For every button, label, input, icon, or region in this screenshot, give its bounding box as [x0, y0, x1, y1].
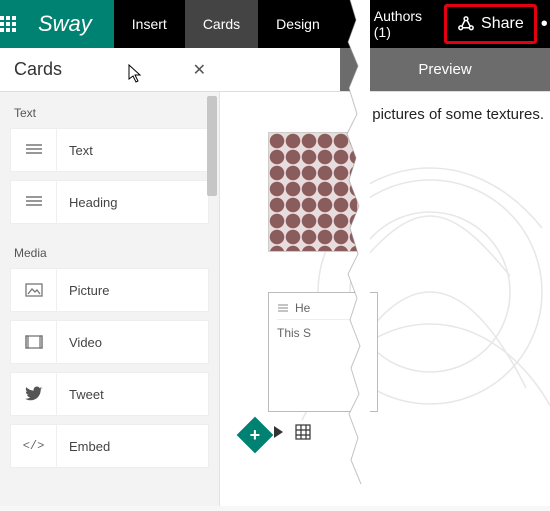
top-toolbar: Sway Insert Cards Design Authors (1) Sha… [0, 0, 550, 48]
more-button[interactable]: ••• [541, 0, 550, 48]
card-heading-label: He [295, 301, 310, 315]
twitter-icon [11, 373, 57, 415]
app-launcher-button[interactable] [0, 0, 16, 48]
panel-title: Cards ✕ [0, 48, 220, 91]
cards-panel: Text Text Heading Media Picture Video Tw… [0, 92, 220, 506]
brand-label: Sway [16, 0, 114, 48]
play-icon[interactable] [274, 426, 283, 438]
preview-caption: pictures of some textures. [372, 106, 544, 123]
card-item-label: Heading [57, 195, 117, 210]
share-label: Share [481, 15, 524, 33]
tab-design[interactable]: Design [258, 0, 338, 48]
card-item-embed[interactable]: </> Embed [10, 424, 209, 468]
top-tabs: Insert Cards Design Authors (1) [114, 0, 440, 48]
group-label-media: Media [0, 232, 219, 268]
card-item-label: Picture [57, 283, 109, 298]
text-lines-icon [11, 129, 57, 171]
group-label-text: Text [0, 92, 219, 128]
text-lines-icon [11, 181, 57, 223]
preview-canvas: pictures of some textures. He This S + [220, 92, 550, 506]
picture-icon [11, 269, 57, 311]
mouse-cursor-icon [128, 64, 144, 84]
card-item-heading[interactable]: Heading [10, 180, 209, 224]
tab-cards[interactable]: Cards [185, 0, 258, 48]
card-body-text: This S [277, 326, 369, 340]
panel-close-button[interactable]: ✕ [193, 60, 206, 80]
tab-authors[interactable]: Authors (1) [356, 0, 440, 48]
tab-insert[interactable]: Insert [114, 0, 185, 48]
texture-thumbnail[interactable] [268, 132, 358, 252]
preview-title: Preview [340, 48, 550, 91]
card-item-label: Text [57, 143, 93, 158]
card-item-label: Tweet [57, 387, 104, 402]
card-item-picture[interactable]: Picture [10, 268, 209, 312]
panel-scrollbar[interactable] [207, 96, 217, 196]
card-item-video[interactable]: Video [10, 320, 209, 364]
share-icon [457, 15, 475, 33]
add-card-button[interactable]: + [237, 417, 274, 454]
video-icon [11, 321, 57, 363]
card-item-text[interactable]: Text [10, 128, 209, 172]
panel-title-label: Cards [14, 59, 62, 80]
card-item-label: Video [57, 335, 102, 350]
waffle-icon [0, 16, 16, 32]
embed-icon: </> [11, 425, 57, 467]
share-button[interactable]: Share [444, 4, 537, 44]
card-item-tweet[interactable]: Tweet [10, 372, 209, 416]
sub-toolbar: Cards ✕ Preview [0, 48, 550, 92]
grid-icon[interactable] [295, 424, 311, 440]
plus-icon: + [250, 424, 261, 445]
heading-card-preview[interactable]: He This S [268, 292, 378, 412]
card-item-label: Embed [57, 439, 110, 454]
card-toolbar [274, 424, 311, 440]
